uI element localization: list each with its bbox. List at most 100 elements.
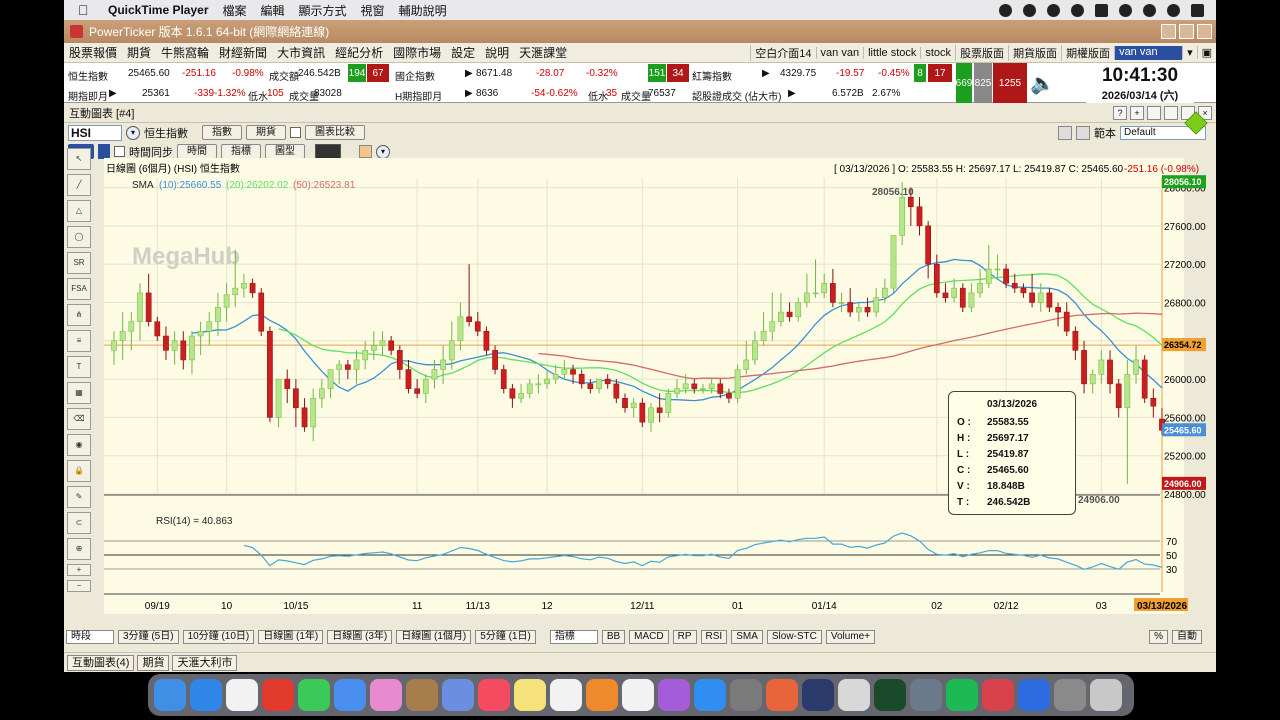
hscei-arrow-icon[interactable]: ▶ xyxy=(465,68,473,79)
period-tab-3min[interactable]: 3分鐘 (5日) xyxy=(118,630,179,644)
siri-icon[interactable] xyxy=(1167,3,1180,17)
menu-intl[interactable]: 國際市場 xyxy=(388,44,446,61)
menu-quotes[interactable]: 股票報價 xyxy=(64,44,122,61)
layout-tab-blank14[interactable]: 空白介面14 xyxy=(750,44,815,61)
candle-body[interactable] xyxy=(977,283,983,294)
candle-body[interactable] xyxy=(1029,292,1035,303)
layout-tab-stock[interactable]: stock xyxy=(920,46,955,59)
app-icon-3[interactable] xyxy=(838,679,870,711)
candle-body[interactable] xyxy=(154,321,161,337)
index-button[interactable]: 指數 xyxy=(202,125,242,140)
warrant-label[interactable]: 認股證成交 (佔大市) xyxy=(692,88,781,103)
line-icon[interactable]: ╱ xyxy=(67,174,91,196)
mail-icon[interactable] xyxy=(334,679,366,711)
candle-body[interactable] xyxy=(319,388,325,399)
candle-body[interactable] xyxy=(518,393,524,399)
candle-body[interactable] xyxy=(111,340,117,351)
candle-body[interactable] xyxy=(1089,374,1096,385)
help-icon[interactable] xyxy=(1054,679,1086,711)
candle-body[interactable] xyxy=(942,292,949,298)
candle-body[interactable] xyxy=(795,302,802,318)
magnet-icon[interactable]: ⊂ xyxy=(67,512,91,534)
candle-body[interactable] xyxy=(535,383,542,386)
hsif-arrow-icon[interactable]: ▶ xyxy=(109,88,117,99)
candle-body[interactable] xyxy=(215,307,221,322)
ind-tab-rsi[interactable]: RSI xyxy=(700,630,728,644)
safari-icon[interactable] xyxy=(190,679,222,711)
candle-body[interactable] xyxy=(656,407,663,413)
candle-body[interactable] xyxy=(284,378,291,389)
creative-cloud-icon[interactable] xyxy=(982,679,1014,711)
maximize-button[interactable] xyxy=(1179,24,1194,39)
candle-body[interactable] xyxy=(830,283,836,303)
candle-body[interactable] xyxy=(362,350,369,361)
pages-icon[interactable] xyxy=(586,679,618,711)
mac-menu-view[interactable]: 顯示方式 xyxy=(299,2,347,19)
minimize-button[interactable] xyxy=(1161,24,1176,39)
candle-body[interactable] xyxy=(994,268,1001,271)
mac-app-name[interactable]: QuickTime Player xyxy=(108,3,209,17)
candle-body[interactable] xyxy=(648,407,654,423)
candle-body[interactable] xyxy=(466,316,472,322)
cursor-icon[interactable]: ↖ xyxy=(67,148,91,170)
spotlight-icon[interactable] xyxy=(1143,3,1156,17)
close-button[interactable] xyxy=(1197,24,1212,39)
candle-body[interactable] xyxy=(838,302,845,304)
candle-body[interactable] xyxy=(336,364,343,370)
candle-body[interactable] xyxy=(674,388,680,394)
line-style-icon[interactable] xyxy=(315,144,341,159)
candle-body[interactable] xyxy=(388,340,395,351)
compare-button[interactable]: 圖表比較 xyxy=(305,125,365,140)
vpn-icon[interactable] xyxy=(1047,3,1060,17)
candle-body[interactable] xyxy=(119,330,126,342)
candle-body[interactable] xyxy=(708,383,715,389)
period-tab-daily-3y[interactable]: 日線圖 (3年) xyxy=(327,630,393,644)
trash-icon[interactable] xyxy=(1090,679,1122,711)
photos-icon[interactable] xyxy=(370,679,402,711)
layout-tab-options-layout[interactable]: 期權版面 xyxy=(1061,44,1114,61)
futures-button[interactable]: 期貨 xyxy=(246,125,286,140)
print-icon[interactable] xyxy=(1076,125,1090,140)
hscci-label[interactable]: 紅籌指數 xyxy=(692,68,732,83)
candle-body[interactable] xyxy=(1133,359,1139,375)
candle-body[interactable] xyxy=(223,294,230,308)
candle-body[interactable] xyxy=(570,369,576,375)
candle-body[interactable] xyxy=(431,369,438,380)
spotify-icon[interactable] xyxy=(946,679,978,711)
podcasts-icon[interactable] xyxy=(658,679,690,711)
candle-body[interactable] xyxy=(422,378,429,394)
candle-body[interactable] xyxy=(1072,330,1079,351)
candle-body[interactable] xyxy=(639,402,646,423)
window-add-icon[interactable]: + xyxy=(1130,105,1144,120)
candle-body[interactable] xyxy=(864,307,871,313)
candle-body[interactable] xyxy=(457,316,464,342)
candle-body[interactable] xyxy=(500,369,507,389)
candle-body[interactable] xyxy=(145,292,152,322)
speaker-icon[interactable]: 🔈 xyxy=(1030,71,1055,96)
candle-body[interactable] xyxy=(1011,283,1018,289)
mac-menu-help[interactable]: 輔助說明 xyxy=(399,2,447,19)
candle-body[interactable] xyxy=(881,287,888,298)
candle-body[interactable] xyxy=(760,330,767,342)
candle-body[interactable] xyxy=(509,388,516,399)
candle-body[interactable] xyxy=(743,359,750,370)
keyboard-icon[interactable] xyxy=(1095,3,1108,17)
candle-body[interactable] xyxy=(916,206,923,227)
candle-body[interactable] xyxy=(1063,311,1070,332)
symbol-input[interactable]: HSI xyxy=(68,124,122,141)
candle-body[interactable] xyxy=(786,311,793,318)
candle-body[interactable] xyxy=(526,383,533,394)
candle-body[interactable] xyxy=(778,311,784,322)
candle-body[interactable] xyxy=(1037,292,1044,303)
candle-body[interactable] xyxy=(907,196,914,207)
candle-body[interactable] xyxy=(345,364,351,370)
layout-tab-stock-layout[interactable]: 股票版面 xyxy=(955,44,1008,61)
candle-body[interactable] xyxy=(128,321,135,332)
candle-body[interactable] xyxy=(1046,292,1053,308)
candle-body[interactable] xyxy=(726,393,732,399)
warrant-arrow-icon[interactable]: ▶ xyxy=(788,88,796,99)
candle-body[interactable] xyxy=(137,292,143,322)
ind-tab-bb[interactable]: BB xyxy=(601,630,626,644)
layout-tab-vanvan[interactable]: van van xyxy=(815,46,864,59)
candle-body[interactable] xyxy=(474,321,481,332)
